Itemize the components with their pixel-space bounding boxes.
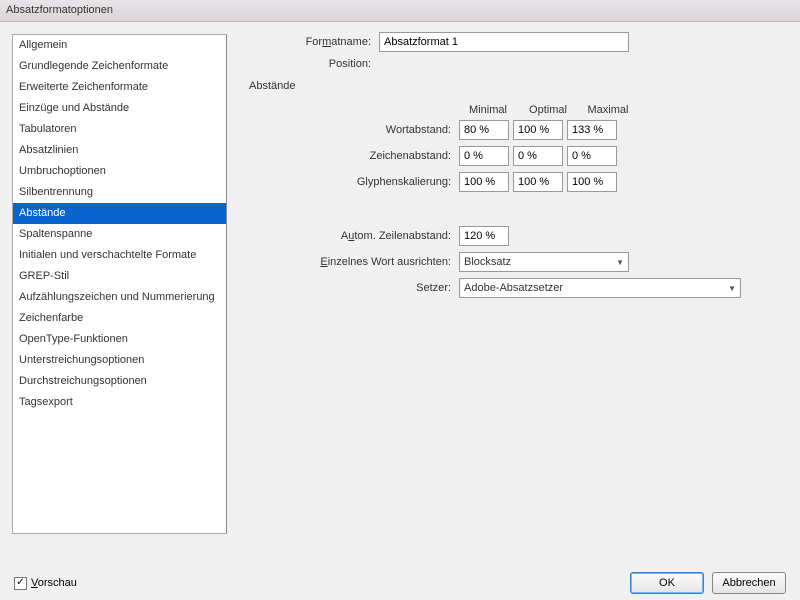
window-title: Absatzformatoptionen — [6, 4, 113, 16]
spacing-label-2: Glyphenskalierung: — [249, 176, 459, 188]
spacing-label-1: Zeichenabstand: — [249, 150, 459, 162]
spacing-label-0: Wortabstand: — [249, 124, 459, 136]
sidebar-item-7[interactable]: Silbentrennung — [13, 182, 226, 203]
formatname-label: Formatname: — [249, 36, 379, 48]
spacing-1-opt[interactable] — [513, 146, 563, 166]
sidebar-item-14[interactable]: OpenType-Funktionen — [13, 329, 226, 350]
spacing-1-max[interactable] — [567, 146, 617, 166]
spacing-2-min[interactable] — [459, 172, 509, 192]
auto-leading-input[interactable] — [459, 226, 509, 246]
composer-label: Setzer: — [249, 282, 459, 294]
sidebar-item-6[interactable]: Umbruchoptionen — [13, 161, 226, 182]
footer: ✓ Vorschau OK Abbrechen — [0, 570, 800, 600]
spacing-row-0: Wortabstand: — [249, 120, 782, 140]
sidebar-item-17[interactable]: Tagsexport — [13, 392, 226, 413]
spacing-0-min[interactable] — [459, 120, 509, 140]
formatname-input[interactable] — [379, 32, 629, 52]
preview-checkbox[interactable]: ✓ Vorschau — [14, 577, 77, 590]
single-word-select[interactable]: Blocksatz ▼ — [459, 252, 629, 272]
sidebar-item-4[interactable]: Tabulatoren — [13, 119, 226, 140]
sidebar-item-15[interactable]: Unterstreichungsoptionen — [13, 350, 226, 371]
sidebar-wrap: AllgemeinGrundlegende ZeichenformateErwe… — [0, 22, 235, 570]
spacing-row-1: Zeichenabstand: — [249, 146, 782, 166]
chevron-down-icon: ▼ — [616, 258, 624, 267]
sidebar-item-0[interactable]: Allgemein — [13, 35, 226, 56]
sidebar-item-2[interactable]: Erweiterte Zeichenformate — [13, 77, 226, 98]
composer-value: Adobe-Absatzsetzer — [464, 282, 563, 294]
spacing-row-2: Glyphenskalierung: — [249, 172, 782, 192]
sidebar-item-3[interactable]: Einzüge und Abstände — [13, 98, 226, 119]
spacing-1-min[interactable] — [459, 146, 509, 166]
sidebar-item-16[interactable]: Durchstreichungsoptionen — [13, 371, 226, 392]
ok-button[interactable]: OK — [630, 572, 704, 594]
sidebar-item-1[interactable]: Grundlegende Zeichenformate — [13, 56, 226, 77]
col-optimal: Optimal — [519, 104, 577, 116]
col-maximal: Maximal — [579, 104, 637, 116]
section-title: Abstände — [249, 80, 782, 92]
checkbox-icon: ✓ — [14, 577, 27, 590]
sidebar-item-10[interactable]: Initialen und verschachtelte Formate — [13, 245, 226, 266]
spacing-2-max[interactable] — [567, 172, 617, 192]
preview-label: Vorschau — [31, 577, 77, 589]
sidebar-item-5[interactable]: Absatzlinien — [13, 140, 226, 161]
chevron-down-icon: ▼ — [728, 284, 736, 293]
spacing-0-max[interactable] — [567, 120, 617, 140]
sidebar-item-11[interactable]: GREP-Stil — [13, 266, 226, 287]
spacing-0-opt[interactable] — [513, 120, 563, 140]
single-word-value: Blocksatz — [464, 256, 511, 268]
dialog-body: AllgemeinGrundlegende ZeichenformateErwe… — [0, 22, 800, 570]
titlebar: Absatzformatoptionen — [0, 0, 800, 22]
sidebar-item-9[interactable]: Spaltenspanne — [13, 224, 226, 245]
main-panel: Formatname: Position: Abstände Minimal O… — [235, 22, 800, 570]
composer-select[interactable]: Adobe-Absatzsetzer ▼ — [459, 278, 741, 298]
cancel-button[interactable]: Abbrechen — [712, 572, 786, 594]
sidebar-item-8[interactable]: Abstände — [13, 203, 226, 224]
category-list[interactable]: AllgemeinGrundlegende ZeichenformateErwe… — [12, 34, 227, 534]
position-label: Position: — [249, 58, 379, 70]
single-word-label: Einzelnes Wort ausrichten: — [249, 256, 459, 268]
sidebar-item-12[interactable]: Aufzählungszeichen und Nummerierung — [13, 287, 226, 308]
spacing-2-opt[interactable] — [513, 172, 563, 192]
auto-leading-label: Autom. Zeilenabstand: — [249, 230, 459, 242]
col-minimal: Minimal — [459, 104, 517, 116]
sidebar-item-13[interactable]: Zeichenfarbe — [13, 308, 226, 329]
